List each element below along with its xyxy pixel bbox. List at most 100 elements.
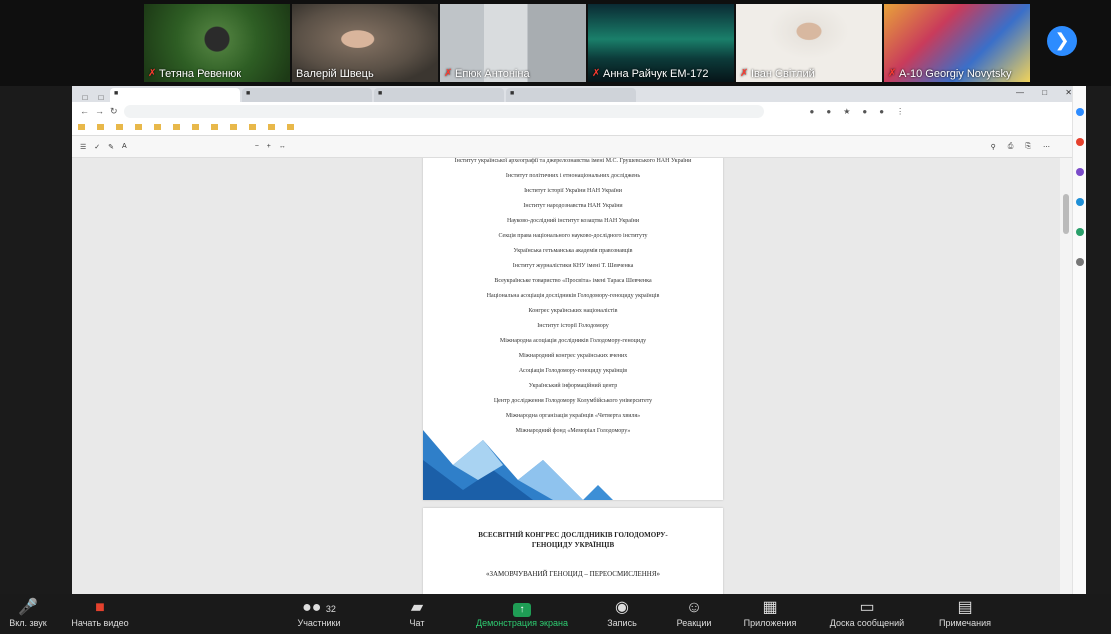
mic-off-icon: ✗ bbox=[740, 68, 749, 79]
pdf-text-line: Асоціація Голодомору-геноциду українців bbox=[518, 368, 628, 374]
video-button[interactable]: ■ Начать видео bbox=[62, 598, 138, 632]
pdf-page-nav: − + ↔ bbox=[255, 143, 286, 150]
extension-icon[interactable]: ⋮ bbox=[896, 107, 904, 116]
pdf-decoration bbox=[423, 430, 613, 500]
draw-icon[interactable]: ✓ bbox=[94, 143, 100, 151]
pdf-text-line: Міжнародний конгрес українських вчених bbox=[518, 353, 628, 359]
extension-icon[interactable]: ● bbox=[862, 107, 867, 116]
erase-icon[interactable]: ✎ bbox=[108, 143, 114, 151]
share-screen-button[interactable]: ↑ Демонстрация экрана bbox=[464, 598, 580, 632]
record-icon: ◉ bbox=[615, 599, 629, 616]
pdf-viewer[interactable]: Інститут української археографії та джер… bbox=[72, 158, 1072, 594]
reactions-button[interactable]: ☺ Реакции bbox=[670, 598, 718, 632]
pdf-text-line: Українська гетьманська академія правозна… bbox=[513, 248, 633, 254]
back-icon[interactable]: ← bbox=[80, 106, 89, 116]
pdf-text-line: Секція права національного науково-дослі… bbox=[498, 233, 648, 239]
mute-button[interactable]: 🎤 Вкл. звук bbox=[2, 598, 54, 632]
url-field[interactable] bbox=[123, 104, 764, 118]
zoom-in-icon[interactable]: + bbox=[267, 143, 271, 150]
reload-icon[interactable]: ↻ bbox=[110, 106, 118, 117]
bookmark-item[interactable] bbox=[230, 124, 239, 131]
apps-button[interactable]: ▦ Приложения bbox=[736, 598, 804, 632]
bookmark-item[interactable] bbox=[135, 124, 144, 131]
pdf-text-line: Міжнародна організація українців «Четвер… bbox=[505, 413, 641, 419]
next-page-icon[interactable]: ❯ bbox=[1047, 26, 1077, 56]
participant-tile[interactable]: ✗ Тетяна Ревенюк bbox=[144, 4, 290, 82]
sidebar-app-icon[interactable] bbox=[1075, 138, 1084, 146]
fit-page-icon[interactable]: ↔ bbox=[279, 143, 286, 150]
mic-off-icon: ✗ bbox=[148, 68, 157, 79]
browser-tab[interactable]: ■ bbox=[242, 88, 372, 102]
participants-icon: ●● 32 bbox=[302, 599, 336, 616]
participant-tile[interactable]: ✗ Анна Райчук ЕМ-172 bbox=[588, 4, 734, 82]
record-button[interactable]: ◉ Запись bbox=[600, 598, 644, 632]
pdf-page-content: Інститут української археографії та джер… bbox=[423, 158, 723, 435]
participant-name: ✗ Тетяна Ревенюк bbox=[148, 68, 242, 80]
video-off-icon: ■ bbox=[95, 599, 105, 616]
participant-strip: ✗ Тетяна Ревенюк Валерій Швець ✗ Епюк Анто… bbox=[0, 0, 1111, 86]
bookmark-item[interactable] bbox=[249, 124, 258, 131]
pdf-text-line: Інститут політичних і етнонаціональних д… bbox=[505, 173, 641, 179]
pdf-text-line: Інститут історії Голодомору bbox=[537, 323, 609, 329]
pdf-text-line: Інститут журналістики КНУ імені Т. Шевче… bbox=[512, 263, 634, 269]
participant-name: ✗ Іван Світлий bbox=[740, 68, 815, 80]
participant-tile[interactable]: ✗ A-10 Georgiy Novytsky bbox=[884, 4, 1030, 82]
bookmark-item[interactable] bbox=[78, 124, 87, 131]
bookmark-item[interactable] bbox=[154, 124, 163, 131]
pdf-text-line: Національна асоціація дослідників Голодо… bbox=[486, 293, 660, 299]
bookmark-item[interactable] bbox=[173, 124, 182, 131]
shared-screen: □ □ ■ ■ ■ ■ — □ ✕ ← → ↻ ● ● ★ ● ● ⋮ ☰ ✓ … bbox=[72, 86, 1086, 594]
participant-tile[interactable]: ✗ Епюк Антоніна bbox=[440, 4, 586, 82]
extension-icon[interactable]: ● bbox=[810, 107, 815, 116]
bookmark-item[interactable] bbox=[97, 124, 106, 131]
pdf-text-line: Всеукраїнське товариство «Просвіта» імен… bbox=[494, 278, 652, 284]
chat-button[interactable]: ▰ Чат bbox=[400, 598, 434, 632]
participant-name: Валерій Швець bbox=[296, 68, 374, 80]
zoom-meeting-window: ✗ Тетяна Ревенюк Валерій Швець ✗ Епюк Анто… bbox=[0, 0, 1111, 634]
mic-off-icon: ✗ bbox=[444, 68, 453, 79]
browser-tab[interactable]: ■ bbox=[506, 88, 636, 102]
sidebar-app-icon[interactable] bbox=[1075, 108, 1084, 116]
sidebar-add-icon[interactable] bbox=[1075, 258, 1084, 266]
mic-off-icon: 🎤 bbox=[18, 599, 38, 616]
print-icon[interactable]: ⎙ bbox=[1008, 143, 1014, 151]
contents-icon[interactable]: ☰ bbox=[80, 143, 86, 151]
participant-tile[interactable]: Валерій Швець bbox=[292, 4, 438, 82]
vertical-scrollbar[interactable] bbox=[1060, 158, 1072, 594]
whiteboard-button[interactable]: ▭ Доска сообщений bbox=[818, 598, 916, 632]
tab-actions-icon[interactable]: □ bbox=[78, 93, 92, 102]
sidebar-app-icon[interactable] bbox=[1075, 228, 1084, 236]
search-icon[interactable]: ⚲ bbox=[991, 143, 996, 151]
notes-icon: ▤ bbox=[957, 599, 973, 616]
bookmark-item[interactable] bbox=[211, 124, 220, 131]
participants-button[interactable]: ●● 32 Участники bbox=[284, 598, 354, 632]
mic-off-icon: ✗ bbox=[888, 68, 897, 79]
pdf-text-line: Інститут української археографії та джер… bbox=[454, 158, 692, 164]
extension-icon[interactable]: ● bbox=[879, 107, 884, 116]
more-icon[interactable]: ⋯ bbox=[1043, 143, 1050, 151]
forward-icon[interactable]: → bbox=[95, 106, 104, 116]
scrollbar-thumb[interactable] bbox=[1063, 194, 1069, 234]
save-icon[interactable]: ⎘ bbox=[1025, 143, 1031, 151]
bookmark-item[interactable] bbox=[116, 124, 125, 131]
browser-tab[interactable]: ■ bbox=[374, 88, 504, 102]
extension-icon[interactable]: ★ bbox=[843, 107, 850, 116]
pdf-text-line: Конгрес українських націоналістів bbox=[528, 308, 618, 314]
conference-title: ВСЕСВІТНІЙ КОНГРЕС ДОСЛІДНИКІВ ГОЛОДОМОР… bbox=[478, 531, 668, 549]
zoom-out-icon[interactable]: − bbox=[255, 143, 259, 150]
extension-icon[interactable]: ● bbox=[826, 107, 831, 116]
conference-subtitle: «ЗАМОВЧУВАНИЙ ГЕНОЦИД – ПЕРЕОСМИСЛЕННЯ» bbox=[485, 570, 661, 578]
sidebar-app-icon[interactable] bbox=[1075, 198, 1084, 206]
notes-button[interactable]: ▤ Примечания bbox=[930, 598, 1000, 632]
browser-tab[interactable]: ■ bbox=[110, 88, 240, 102]
tab-actions-icon[interactable]: □ bbox=[94, 93, 108, 102]
browser-tab-bar: □ □ ■ ■ ■ ■ — □ ✕ bbox=[72, 86, 1086, 102]
bookmark-item[interactable] bbox=[192, 124, 201, 131]
participant-tile[interactable]: ✗ Іван Світлий bbox=[736, 4, 882, 82]
whiteboard-icon: ▭ bbox=[859, 599, 875, 616]
text-icon[interactable]: A bbox=[122, 143, 127, 150]
sidebar-app-icon[interactable] bbox=[1075, 168, 1084, 176]
window-controls[interactable]: — □ ✕ bbox=[1016, 88, 1080, 97]
bookmark-item[interactable] bbox=[287, 124, 296, 131]
bookmark-item[interactable] bbox=[268, 124, 277, 131]
